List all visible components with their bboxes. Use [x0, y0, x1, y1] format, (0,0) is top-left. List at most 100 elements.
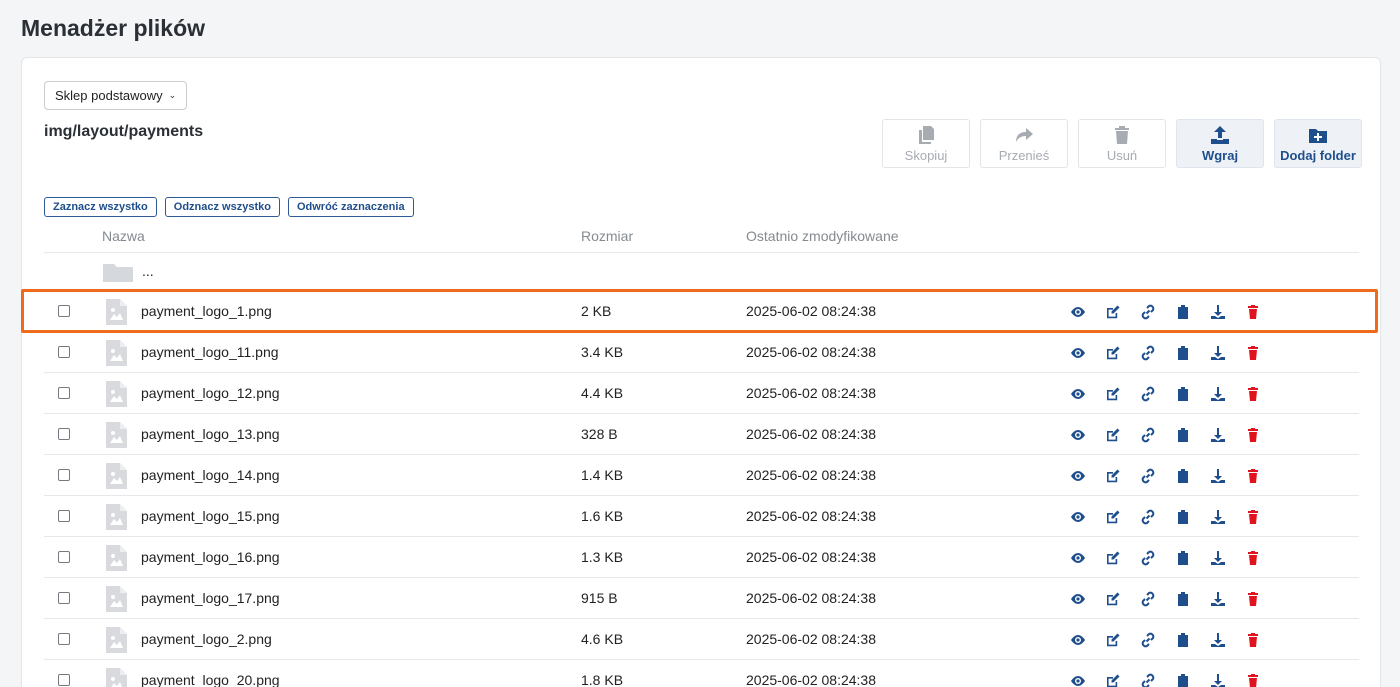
- delete-icon[interactable]: [1244, 385, 1262, 403]
- table-row[interactable]: payment_logo_17.png 915 B 2025-06-02 08:24…: [44, 578, 1359, 619]
- clipboard-icon[interactable]: [1174, 631, 1192, 649]
- table-row[interactable]: payment_logo_13.png 328 B 2025-06-02 08:24…: [44, 414, 1359, 455]
- edit-icon[interactable]: [1104, 590, 1122, 608]
- clipboard-icon[interactable]: [1174, 508, 1192, 526]
- file-name[interactable]: payment_logo_20.png: [141, 672, 280, 687]
- invert-selection-button[interactable]: Odwróć zaznaczenia: [287, 197, 414, 217]
- copy-button[interactable]: Skopiuj: [882, 119, 970, 168]
- eye-icon[interactable]: [1069, 631, 1087, 649]
- edit-icon[interactable]: [1104, 508, 1122, 526]
- select-all-button[interactable]: Zaznacz wszystko: [44, 197, 157, 217]
- move-button[interactable]: Przenieś: [980, 119, 1068, 168]
- column-name-header[interactable]: Nazwa: [102, 228, 145, 244]
- parent-folder-row[interactable]: ...: [44, 253, 1359, 291]
- edit-icon[interactable]: [1104, 631, 1122, 649]
- table-row[interactable]: payment_logo_2.png 4.6 KB 2025-06-02 08:24…: [44, 619, 1359, 660]
- delete-icon[interactable]: [1244, 590, 1262, 608]
- shop-select[interactable]: Sklep podstawowy ⌄: [44, 81, 188, 110]
- delete-icon[interactable]: [1244, 303, 1262, 321]
- file-name[interactable]: payment_logo_2.png: [141, 631, 272, 647]
- eye-icon[interactable]: [1069, 549, 1087, 567]
- delete-icon[interactable]: [1244, 467, 1262, 485]
- clipboard-icon[interactable]: [1174, 303, 1192, 321]
- row-checkbox[interactable]: [58, 387, 70, 399]
- delete-icon[interactable]: [1244, 549, 1262, 567]
- edit-icon[interactable]: [1104, 385, 1122, 403]
- eye-icon[interactable]: [1069, 385, 1087, 403]
- edit-icon[interactable]: [1104, 467, 1122, 485]
- eye-icon[interactable]: [1069, 303, 1087, 321]
- edit-icon[interactable]: [1104, 303, 1122, 321]
- link-icon[interactable]: [1139, 549, 1157, 567]
- eye-icon[interactable]: [1069, 344, 1087, 362]
- clipboard-icon[interactable]: [1174, 426, 1192, 444]
- add-folder-button[interactable]: Dodaj folder: [1274, 119, 1362, 168]
- delete-icon[interactable]: [1244, 631, 1262, 649]
- row-checkbox[interactable]: [58, 469, 70, 481]
- download-icon[interactable]: [1209, 508, 1227, 526]
- link-icon[interactable]: [1139, 631, 1157, 649]
- eye-icon[interactable]: [1069, 467, 1087, 485]
- eye-icon[interactable]: [1069, 590, 1087, 608]
- download-icon[interactable]: [1209, 631, 1227, 649]
- row-checkbox[interactable]: [58, 305, 70, 317]
- link-icon[interactable]: [1139, 385, 1157, 403]
- clipboard-icon[interactable]: [1174, 672, 1192, 687]
- download-icon[interactable]: [1209, 303, 1227, 321]
- edit-icon[interactable]: [1104, 549, 1122, 567]
- file-name[interactable]: payment_logo_1.png: [141, 303, 272, 319]
- row-checkbox[interactable]: [58, 346, 70, 358]
- clipboard-icon[interactable]: [1174, 590, 1192, 608]
- delete-icon[interactable]: [1244, 344, 1262, 362]
- link-icon[interactable]: [1139, 426, 1157, 444]
- table-row[interactable]: payment_logo_20.png 1.8 KB 2025-06-02 08:2…: [44, 660, 1359, 687]
- clipboard-icon[interactable]: [1174, 344, 1192, 362]
- file-name[interactable]: payment_logo_11.png: [141, 344, 279, 360]
- edit-icon[interactable]: [1104, 672, 1122, 687]
- download-icon[interactable]: [1209, 549, 1227, 567]
- column-size-header[interactable]: Rozmiar: [581, 228, 633, 244]
- table-row[interactable]: payment_logo_16.png 1.3 KB 2025-06-02 08:2…: [44, 537, 1359, 578]
- column-modified-header[interactable]: Ostatnio zmodyfikowane: [746, 228, 899, 244]
- table-row[interactable]: payment_logo_11.png 3.4 KB 2025-06-02 08:2…: [44, 332, 1359, 373]
- eye-icon[interactable]: [1069, 508, 1087, 526]
- file-name[interactable]: payment_logo_14.png: [141, 467, 280, 483]
- file-name[interactable]: payment_logo_16.png: [141, 549, 280, 565]
- file-name[interactable]: payment_logo_13.png: [141, 426, 280, 442]
- file-name[interactable]: payment_logo_15.png: [141, 508, 280, 524]
- download-icon[interactable]: [1209, 672, 1227, 687]
- table-row[interactable]: payment_logo_14.png 1.4 KB 2025-06-02 08:2…: [44, 455, 1359, 496]
- link-icon[interactable]: [1139, 303, 1157, 321]
- link-icon[interactable]: [1139, 590, 1157, 608]
- eye-icon[interactable]: [1069, 672, 1087, 687]
- eye-icon[interactable]: [1069, 426, 1087, 444]
- link-icon[interactable]: [1139, 467, 1157, 485]
- row-checkbox[interactable]: [58, 510, 70, 522]
- clipboard-icon[interactable]: [1174, 549, 1192, 567]
- download-icon[interactable]: [1209, 385, 1227, 403]
- file-name[interactable]: payment_logo_17.png: [141, 590, 280, 606]
- edit-icon[interactable]: [1104, 426, 1122, 444]
- download-icon[interactable]: [1209, 426, 1227, 444]
- table-row[interactable]: payment_logo_12.png 4.4 KB 2025-06-02 08:2…: [44, 373, 1359, 414]
- row-checkbox[interactable]: [58, 633, 70, 645]
- link-icon[interactable]: [1139, 508, 1157, 526]
- download-icon[interactable]: [1209, 590, 1227, 608]
- upload-button[interactable]: Wgraj: [1176, 119, 1264, 168]
- delete-icon[interactable]: [1244, 426, 1262, 444]
- table-row[interactable]: payment_logo_15.png 1.6 KB 2025-06-02 08:2…: [44, 496, 1359, 537]
- link-icon[interactable]: [1139, 344, 1157, 362]
- download-icon[interactable]: [1209, 467, 1227, 485]
- row-checkbox[interactable]: [58, 592, 70, 604]
- table-row[interactable]: payment_logo_1.png 2 KB 2025-06-02 08:24:3…: [44, 291, 1359, 332]
- file-name[interactable]: payment_logo_12.png: [141, 385, 280, 401]
- row-checkbox[interactable]: [58, 551, 70, 563]
- edit-icon[interactable]: [1104, 344, 1122, 362]
- delete-icon[interactable]: [1244, 508, 1262, 526]
- download-icon[interactable]: [1209, 344, 1227, 362]
- clipboard-icon[interactable]: [1174, 385, 1192, 403]
- delete-icon[interactable]: [1244, 672, 1262, 687]
- link-icon[interactable]: [1139, 672, 1157, 687]
- row-checkbox[interactable]: [58, 674, 70, 686]
- row-checkbox[interactable]: [58, 428, 70, 440]
